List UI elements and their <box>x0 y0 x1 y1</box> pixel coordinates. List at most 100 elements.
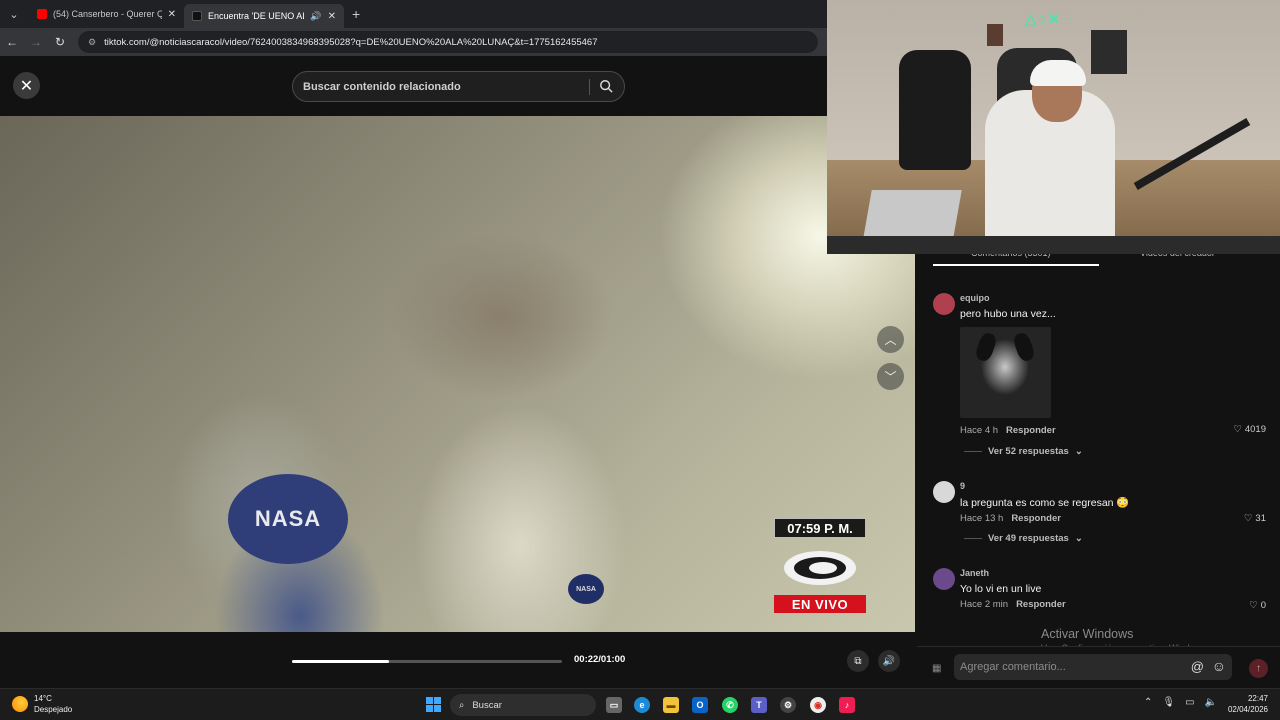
windows-start-icon[interactable] <box>426 697 441 712</box>
close-tab-icon[interactable]: ✕ <box>168 9 176 20</box>
tab-tiktok[interactable]: Encuentra 'DE UENO ALA LUNA' 🔊 ✕ <box>184 4 344 28</box>
live-badge: EN VIVO <box>774 595 866 613</box>
tab-youtube[interactable]: (54) Canserbero - Querer Querer ✕ <box>29 0 184 28</box>
weather-icon <box>12 696 28 712</box>
view-replies-button[interactable]: Ver 52 respuestas ⌄ <box>964 446 1083 457</box>
like-button[interactable]: ♡ 31 <box>1244 513 1266 524</box>
forward-icon[interactable]: → <box>24 35 48 49</box>
app-icon[interactable]: ⚙ <box>780 697 796 713</box>
chevron-up-icon[interactable]: ⌃ <box>1144 697 1152 708</box>
tiktok-app-icon[interactable]: ♪ <box>839 697 855 713</box>
view-replies-button[interactable]: Ver 49 respuestas ⌄ <box>964 533 1083 544</box>
site-info-icon[interactable]: ⚙ <box>88 37 96 48</box>
comment-item: 9 la pregunta es como se regresan 😳 Hace… <box>933 481 1278 531</box>
active-tab-underline <box>933 264 1099 266</box>
whatsapp-icon[interactable]: ✆ <box>722 697 738 713</box>
broadcast-time: 07:59 P. M. <box>774 518 866 538</box>
next-video-button[interactable]: ﹀ <box>877 363 904 390</box>
progress-bar[interactable] <box>292 660 562 663</box>
mention-icon[interactable]: @ <box>1191 659 1204 674</box>
taskbar-search-label: Buscar <box>472 699 502 711</box>
comment-input-bar: ▦ Agregar comentario... @ ☺ ↑ <box>917 646 1280 688</box>
reply-button[interactable]: Responder <box>1016 599 1066 610</box>
comment-age: Hace 2 min <box>960 599 1009 610</box>
avatar[interactable] <box>933 481 955 503</box>
view-replies-label: Ver 52 respuestas <box>988 446 1069 457</box>
comment-age: Hace 13 h <box>960 513 1004 524</box>
comment-placeholder: Agregar comentario... <box>960 661 1066 673</box>
search-icon[interactable] <box>599 79 613 93</box>
close-tab-icon[interactable]: ✕ <box>328 11 336 22</box>
neon-sign: △○✕□ <box>1025 11 1072 28</box>
comment-item: equipo pero hubo una vez... Hace 4 h Res… <box>933 293 1278 443</box>
browser-nav-bar: ← → ↻ ⚙ tiktok.com/@noticiascaracol/vide… <box>0 28 830 56</box>
reload-icon[interactable]: ↻ <box>48 35 72 49</box>
system-clock[interactable]: 22:47 02/04/2026 <box>1226 693 1268 715</box>
outlook-icon[interactable]: O <box>692 697 708 713</box>
comment-text: la pregunta es como se regresan 😳 <box>960 497 1130 509</box>
windows-taskbar: 14°C Despejado ⌕ Buscar ▭ e ▬ O ✆ T ⚙ ◉ … <box>0 688 1280 720</box>
comment-username[interactable]: equipo <box>960 293 1270 303</box>
new-tab-button[interactable]: + <box>352 6 360 22</box>
like-button[interactable]: ♡ 0 <box>1249 600 1266 611</box>
network-icon[interactable]: ▭ <box>1185 697 1194 708</box>
chevron-down-icon: ⌄ <box>1074 533 1083 544</box>
emoji-icon[interactable]: ☺ <box>1212 658 1226 674</box>
screen: ⌄ (54) Canserbero - Querer Querer ✕ Encu… <box>0 0 1280 720</box>
pip-icon[interactable]: ⧉ <box>847 650 869 672</box>
video-player[interactable]: NASA NASA 07:59 P. M. EN VIVO ︿ ﹀ ➤ <box>0 116 915 632</box>
volume-icon[interactable]: 🔈 <box>1205 697 1217 708</box>
task-view-icon[interactable]: ▭ <box>606 697 622 713</box>
view-replies-label: Ver 49 respuestas <box>988 533 1069 544</box>
sticker-icon[interactable]: ▦ <box>932 663 941 674</box>
send-button[interactable]: ↑ <box>1249 659 1268 678</box>
webcam-overlay: △○✕□ <box>827 0 1280 254</box>
comment-username[interactable]: Janeth <box>960 568 1270 578</box>
wall-picture <box>1091 30 1127 74</box>
taskbar-search[interactable]: ⌕ Buscar <box>450 694 596 716</box>
heart-icon: ♡ <box>1249 600 1258 611</box>
comment-item: Janeth Yo lo vi en un live Hace 2 min Re… <box>933 568 1278 618</box>
comment-username[interactable]: 9 <box>960 481 1270 491</box>
timecode: 00:22/01:00 <box>574 654 626 665</box>
reply-button[interactable]: Responder <box>1011 513 1061 524</box>
system-tray: ⌃ 🎙 ▭ 🔈 <box>1144 697 1217 708</box>
related-search-input[interactable]: Buscar contenido relacionado <box>292 71 625 102</box>
weather-widget[interactable]: 14°C Despejado <box>12 693 72 715</box>
chevron-down-icon: ⌄ <box>1074 446 1083 457</box>
like-button[interactable]: ♡ 4019 <box>1233 424 1266 435</box>
like-count: 4019 <box>1244 424 1266 435</box>
avatar[interactable] <box>933 293 955 315</box>
avatar[interactable] <box>933 568 955 590</box>
microphone-icon[interactable]: 🎙 <box>1162 697 1175 708</box>
back-icon[interactable]: ← <box>0 35 24 49</box>
weather-temp: 14°C <box>34 694 52 703</box>
video-controls: 00:22/01:00 ⧉ 🔊 <box>0 632 915 688</box>
search-placeholder: Buscar contenido relacionado <box>303 80 461 93</box>
tiktok-icon <box>192 11 202 21</box>
volume-icon[interactable]: 🔊 <box>878 650 900 672</box>
edge-icon[interactable]: e <box>634 697 650 713</box>
caracol-logo <box>784 551 856 585</box>
streamer-cap <box>1030 60 1086 86</box>
file-explorer-icon[interactable]: ▬ <box>663 697 679 713</box>
like-count: 31 <box>1255 513 1266 524</box>
tab-title: (54) Canserbero - Querer Querer <box>53 9 162 19</box>
teams-icon[interactable]: T <box>751 697 767 713</box>
address-bar[interactable]: ⚙ tiktok.com/@noticiascaracol/video/7624… <box>78 31 818 53</box>
close-video-button[interactable]: ✕ <box>13 72 40 99</box>
comment-image[interactable] <box>960 327 1051 418</box>
wall-picture <box>987 24 1003 46</box>
nasa-logo: NASA <box>228 474 348 564</box>
chrome-icon[interactable]: ◉ <box>810 697 826 713</box>
like-count: 0 <box>1260 600 1266 611</box>
divider <box>964 451 982 452</box>
browser-tab-bar: ⌄ (54) Canserbero - Querer Querer ✕ Encu… <box>0 0 830 28</box>
search-divider <box>589 79 590 95</box>
tab-search-button[interactable]: ⌄ <box>3 3 25 25</box>
reply-button[interactable]: Responder <box>1006 425 1056 436</box>
previous-video-button[interactable]: ︿ <box>877 326 904 353</box>
progress-fill <box>292 660 390 663</box>
comment-input[interactable]: Agregar comentario... @ ☺ <box>954 654 1232 680</box>
speaker-icon[interactable]: 🔊 <box>310 11 321 22</box>
